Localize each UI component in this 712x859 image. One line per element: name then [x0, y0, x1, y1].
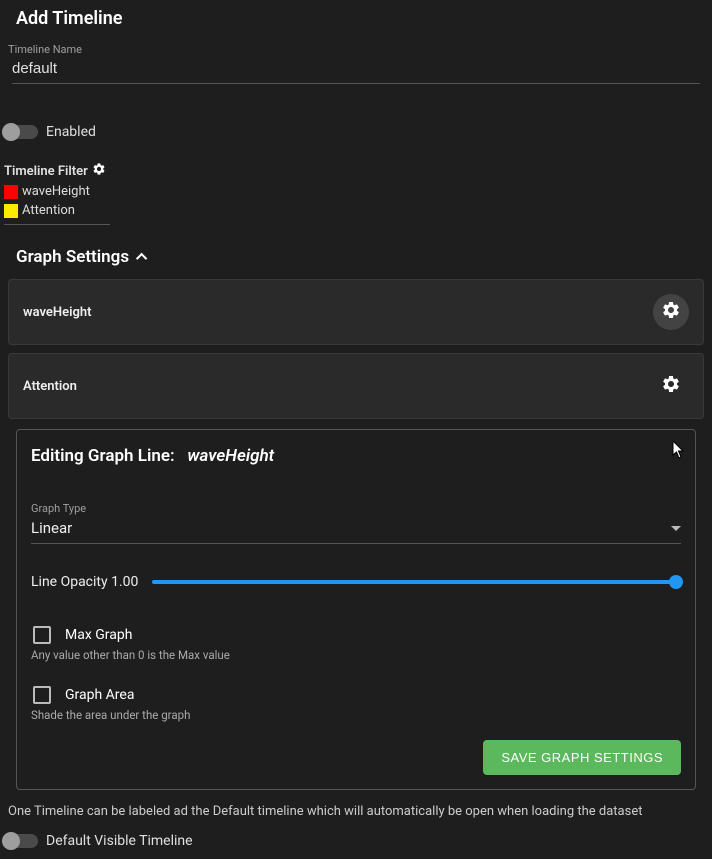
graph-line-settings-button[interactable]: [653, 368, 689, 404]
caret-down-icon: [671, 526, 681, 531]
graph-settings-label: Graph Settings: [16, 247, 129, 267]
chevron-up-icon: [136, 253, 147, 264]
editing-line-name: waveHeight: [187, 446, 274, 466]
slider-thumb[interactable]: [669, 575, 683, 589]
editing-panel: Editing Graph Line: waveHeight Graph Typ…: [16, 429, 696, 790]
timeline-name-label: Timeline Name: [8, 43, 704, 56]
editing-label: Editing Graph Line:: [31, 446, 175, 466]
graph-type-select[interactable]: Linear: [31, 517, 681, 544]
toggle-thumb: [2, 832, 20, 850]
max-graph-label: Max Graph: [65, 627, 132, 643]
graph-line-name: Attention: [23, 379, 77, 394]
gear-icon[interactable]: [92, 162, 106, 180]
filter-item[interactable]: Attention: [4, 203, 708, 218]
toggle-thumb: [2, 123, 20, 141]
line-opacity-label: Line Opacity 1.00: [31, 574, 138, 590]
graph-area-checkbox[interactable]: [33, 686, 51, 704]
graph-type-label: Graph Type: [31, 502, 681, 515]
enabled-label: Enabled: [46, 124, 96, 140]
timeline-name-input[interactable]: [12, 56, 700, 84]
enabled-toggle[interactable]: [4, 125, 38, 139]
graph-line-name: waveHeight: [23, 305, 92, 320]
default-timeline-info: One Timeline can be labeled ad the Defau…: [4, 794, 708, 823]
graph-line-item[interactable]: Attention: [8, 353, 704, 419]
default-visible-toggle[interactable]: [4, 834, 38, 848]
line-opacity-slider[interactable]: [152, 580, 681, 584]
filter-item-name: Attention: [22, 203, 75, 218]
graph-area-helper: Shade the area under the graph: [31, 708, 681, 722]
save-graph-settings-button[interactable]: Save Graph Settings: [483, 740, 681, 775]
graph-line-settings-button[interactable]: [653, 294, 689, 330]
graph-type-value: Linear: [31, 519, 72, 537]
graph-line-item[interactable]: waveHeight: [8, 279, 704, 345]
filter-item[interactable]: waveHeight: [4, 184, 708, 199]
filter-item-name: waveHeight: [22, 184, 90, 199]
timeline-filter-label: Timeline Filter: [4, 164, 88, 179]
editing-title: Editing Graph Line: waveHeight: [31, 446, 681, 466]
divider: [4, 224, 110, 225]
color-swatch-red: [4, 185, 18, 199]
max-graph-checkbox[interactable]: [33, 626, 51, 644]
max-graph-helper: Any value other than 0 is the Max value: [31, 648, 681, 662]
gear-icon: [661, 374, 681, 398]
color-swatch-yellow: [4, 204, 18, 218]
default-visible-label: Default Visible Timeline: [46, 833, 193, 849]
gear-icon: [661, 300, 681, 324]
graph-settings-toggle[interactable]: Graph Settings: [4, 243, 708, 271]
page-title: Add Timeline: [4, 0, 708, 43]
graph-area-label: Graph Area: [65, 687, 134, 703]
